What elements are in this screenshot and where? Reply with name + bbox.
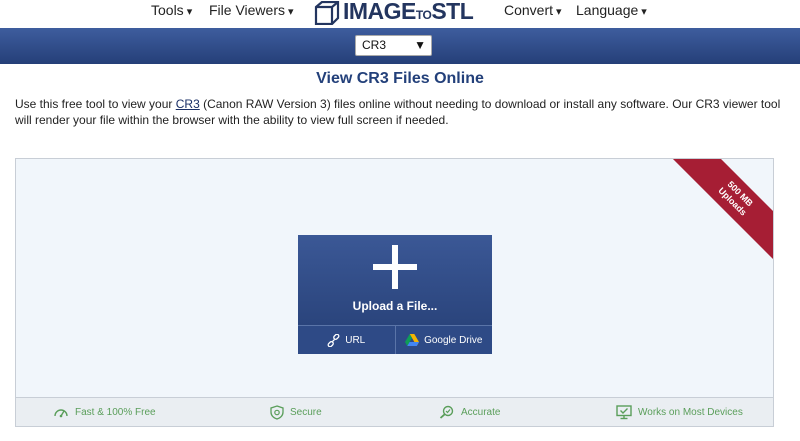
link-icon <box>327 333 340 347</box>
feature-fast-free: Fast & 100% Free <box>53 405 156 419</box>
shield-icon <box>270 405 284 420</box>
features-bar: Fast & 100% Free Secure Accurate Works o… <box>15 398 774 427</box>
speedometer-icon <box>54 409 68 418</box>
logo-text-stl: STL <box>431 0 474 24</box>
logo-text-image: IMAGE <box>343 0 416 24</box>
format-select-value: CR3 <box>362 38 387 52</box>
nav-tools[interactable]: Tools ▾ <box>151 2 192 18</box>
ribbon-text: 500 MB Uploads <box>670 159 773 264</box>
upload-panel[interactable]: 500 MB Uploads Upload a File... URL Goog… <box>15 158 774 398</box>
logo-text-to: TO <box>415 8 432 22</box>
magnifier-icon <box>439 405 454 419</box>
google-drive-upload-label: Google Drive <box>424 334 483 346</box>
chevron-down-icon: ▾ <box>556 6 562 18</box>
feature-fast-free-label: Fast & 100% Free <box>75 406 156 418</box>
cr3-link[interactable]: CR3 <box>176 97 200 111</box>
chevron-down-icon: ▾ <box>288 6 294 18</box>
format-bar: CR3 ▼ <box>0 28 800 64</box>
feature-secure: Secure <box>270 405 322 420</box>
feature-devices: Works on Most Devices <box>616 405 743 420</box>
logo-text: IMAGETOSTL <box>343 0 474 27</box>
google-drive-upload-button[interactable]: Google Drive <box>394 326 492 354</box>
caret-down-icon: ▼ <box>414 38 426 52</box>
url-upload-button[interactable]: URL <box>298 326 395 354</box>
nav-language[interactable]: Language ▾ <box>576 2 647 18</box>
plus-icon <box>373 245 417 289</box>
nav-convert[interactable]: Convert ▾ <box>504 2 562 18</box>
monitor-icon <box>616 405 632 420</box>
google-drive-icon <box>405 334 420 346</box>
nav-convert-label: Convert <box>504 2 554 18</box>
page-description: Use this free tool to view your CR3 (Can… <box>15 96 785 128</box>
feature-secure-label: Secure <box>290 407 322 418</box>
nav-file-viewers[interactable]: File Viewers ▾ <box>209 2 294 18</box>
url-upload-label: URL <box>345 334 366 346</box>
nav-file-viewers-label: File Viewers <box>209 2 285 18</box>
top-navigation: Tools ▾ File Viewers ▾ IMAGETOSTL Convert ▾… <box>0 0 800 28</box>
nav-language-label: Language <box>576 2 639 18</box>
nav-tools-label: Tools <box>151 2 184 18</box>
page-title: View CR3 Files Online <box>316 70 484 87</box>
feature-accurate-label: Accurate <box>461 406 501 418</box>
upload-limit-ribbon: 500 MB Uploads <box>663 159 773 269</box>
feature-devices-label: Works on Most Devices <box>638 407 743 418</box>
chevron-down-icon: ▾ <box>186 6 193 18</box>
description-before: Use this free tool to view your <box>15 97 176 111</box>
upload-sources: URL Google Drive <box>298 325 492 354</box>
feature-accurate: Accurate <box>439 405 500 419</box>
format-select[interactable]: CR3 ▼ <box>355 35 432 56</box>
cube-logo-icon <box>314 1 340 25</box>
upload-file-label: Upload a File... <box>352 299 438 313</box>
site-logo[interactable]: IMAGETOSTL <box>314 0 474 27</box>
chevron-down-icon: ▾ <box>641 6 647 18</box>
